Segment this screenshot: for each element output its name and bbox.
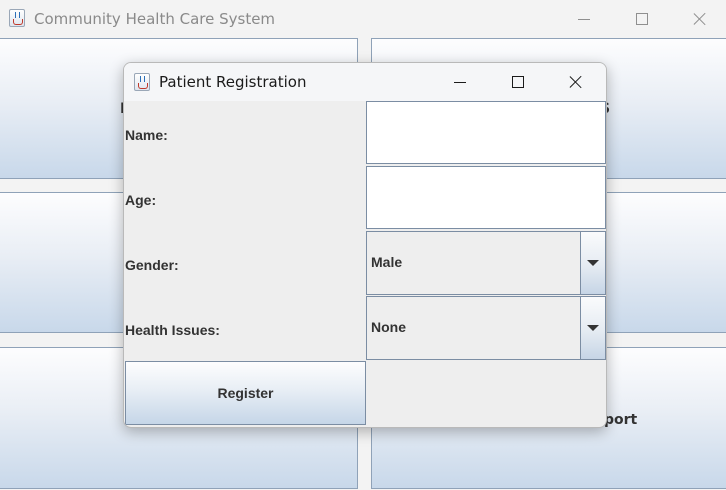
gender-select[interactable]: Male (366, 231, 606, 295)
menu-button-bottom-right-label: port (604, 412, 638, 428)
health-issues-label: Health Issues: (125, 322, 220, 338)
health-issues-select[interactable]: None (366, 296, 606, 360)
minimize-icon (578, 18, 590, 20)
dialog-minimize-button[interactable] (431, 63, 489, 101)
name-label: Name: (125, 127, 168, 143)
java-cup-icon (9, 9, 25, 27)
gender-selected-value: Male (371, 254, 403, 270)
minimize-icon (454, 81, 466, 83)
age-label: Age: (125, 192, 157, 208)
maximize-button[interactable] (613, 0, 671, 38)
register-button[interactable]: Register (125, 361, 366, 425)
health-issues-selected-value: None (371, 319, 406, 335)
minimize-button[interactable] (555, 0, 613, 38)
age-field[interactable] (366, 166, 606, 229)
java-cup-icon (134, 73, 150, 91)
main-titlebar: Community Health Care System (0, 0, 726, 38)
gender-label: Gender: (125, 257, 179, 273)
close-icon (569, 75, 583, 89)
patient-registration-dialog: Patient Registration Name: Age: Gender: … (123, 62, 607, 428)
chevron-down-icon[interactable] (580, 297, 605, 359)
dialog-title: Patient Registration (159, 73, 307, 91)
dialog-titlebar: Patient Registration (124, 63, 606, 101)
dialog-close-button[interactable] (547, 63, 605, 101)
chevron-down-icon[interactable] (580, 232, 605, 294)
close-button[interactable] (671, 0, 726, 38)
dialog-maximize-button[interactable] (489, 63, 547, 101)
maximize-icon (512, 76, 524, 88)
maximize-icon (636, 13, 648, 25)
main-window-title: Community Health Care System (34, 10, 276, 28)
close-icon (693, 12, 707, 26)
name-field[interactable] (366, 101, 606, 164)
